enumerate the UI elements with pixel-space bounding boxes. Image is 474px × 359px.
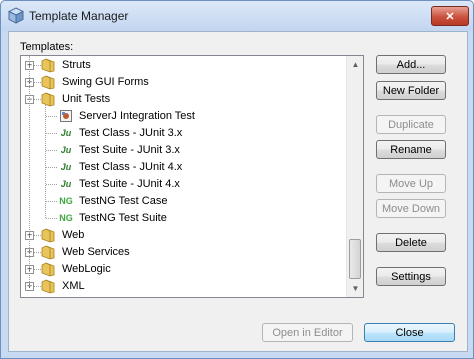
templates-tree[interactable]: + Struts + Swing GUI Forms − Unit Tests Server…: [20, 55, 364, 298]
tree-item[interactable]: + Web: [21, 227, 343, 244]
tree-item[interactable]: + XML: [21, 278, 343, 295]
folder-icon: [41, 75, 55, 90]
open-in-editor-button[interactable]: Open in Editor: [262, 323, 353, 342]
tree-item-label: WebLogic: [62, 263, 111, 275]
delete-button[interactable]: Delete: [376, 233, 446, 252]
tree-item[interactable]: + Web Services: [21, 244, 343, 261]
folder-icon: [41, 245, 55, 260]
tree-guide-line: [29, 56, 30, 286]
settings-button[interactable]: Settings: [376, 267, 446, 286]
dialog-body: Templates: + Struts + Swing GUI Forms − Unit …: [8, 31, 468, 352]
tree-guide-line: [46, 218, 57, 219]
folder-icon: [41, 262, 55, 277]
folder-icon: [41, 279, 55, 294]
junit-icon: Ju: [60, 145, 72, 155]
tree-item[interactable]: + Struts: [21, 57, 343, 74]
close-icon: ✕: [445, 10, 455, 23]
scroll-up-arrow-icon[interactable]: ▲: [347, 56, 363, 73]
junit-icon: Ju: [60, 179, 72, 189]
tree-guide-line: [46, 167, 57, 168]
tree-item-label: Swing GUI Forms: [62, 76, 149, 88]
app-cube-icon: [8, 7, 24, 24]
tree-item[interactable]: NG TestNG Test Case: [21, 193, 343, 210]
java-class-icon: [59, 109, 73, 123]
tree-guide-line: [46, 201, 57, 202]
rename-button[interactable]: Rename: [376, 140, 446, 159]
tree-item[interactable]: Ju Test Suite - JUnit 4.x: [21, 176, 343, 193]
window-title: Template Manager: [29, 9, 129, 23]
tree-item[interactable]: + WebLogic: [21, 261, 343, 278]
tree-item-label: TestNG Test Suite: [79, 212, 167, 224]
tree-item-label: XML: [62, 280, 85, 292]
folder-icon: [41, 58, 55, 73]
folder-icon: [41, 92, 55, 107]
new-folder-button[interactable]: New Folder: [376, 81, 446, 100]
tree-item-label: Test Class - JUnit 3.x: [79, 127, 183, 139]
tree-guide-line: [45, 105, 46, 218]
java-class-glyph: [60, 110, 72, 122]
add-button[interactable]: Add...: [376, 55, 446, 74]
scrollbar-thumb[interactable]: [349, 239, 361, 279]
scroll-down-arrow-icon[interactable]: ▼: [347, 280, 363, 297]
tree-vertical-scrollbar[interactable]: ▲ ▼: [346, 56, 363, 297]
tree-item-label: Test Class - JUnit 4.x: [79, 161, 183, 173]
tree-item-label: Test Suite - JUnit 4.x: [79, 178, 180, 190]
tree-item-label: ServerJ Integration Test: [79, 110, 195, 122]
tree-item[interactable]: Ju Test Suite - JUnit 3.x: [21, 142, 343, 159]
tree-item-label: Web Services: [62, 246, 130, 258]
template-manager-window: Template Manager ✕ Templates: + Struts + Sw…: [0, 0, 474, 359]
tree-item[interactable]: − Unit Tests: [21, 91, 343, 108]
tree-item-label: Web: [62, 229, 85, 241]
tree-guide-line: [46, 184, 57, 185]
tree-item-label: Struts: [62, 59, 91, 71]
junit-icon: Ju: [60, 128, 72, 138]
tree-item[interactable]: ServerJ Integration Test: [21, 108, 343, 125]
tree-item[interactable]: NG TestNG Test Suite: [21, 210, 343, 227]
move-up-button[interactable]: Move Up: [376, 174, 446, 193]
junit-icon: Ju: [60, 162, 72, 172]
tree-item-label: Unit Tests: [62, 93, 111, 105]
folder-icon: [41, 228, 55, 243]
tree-item-label: Test Suite - JUnit 3.x: [79, 144, 180, 156]
templates-label: Templates:: [20, 41, 74, 53]
tree-item[interactable]: + Swing GUI Forms: [21, 74, 343, 91]
testng-icon: NG: [59, 213, 73, 223]
tree-item[interactable]: Ju Test Class - JUnit 3.x: [21, 125, 343, 142]
close-button[interactable]: Close: [364, 323, 455, 342]
testng-icon: NG: [59, 196, 73, 206]
move-down-button[interactable]: Move Down: [376, 199, 446, 218]
tree-guide-line: [46, 116, 57, 117]
tree-guide-line: [46, 133, 57, 134]
duplicate-button[interactable]: Duplicate: [376, 115, 446, 134]
tree-item-label: TestNG Test Case: [79, 195, 168, 207]
window-close-button[interactable]: ✕: [431, 6, 469, 26]
title-bar[interactable]: Template Manager ✕: [1, 1, 473, 31]
tree-guide-line: [46, 150, 57, 151]
tree-item[interactable]: Ju Test Class - JUnit 4.x: [21, 159, 343, 176]
